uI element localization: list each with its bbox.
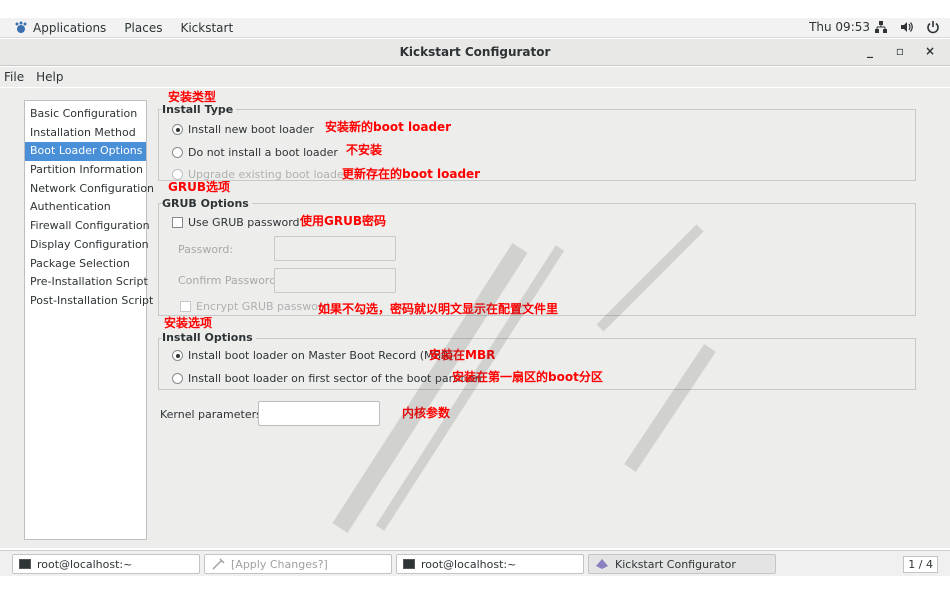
task-label: root@localhost:~ xyxy=(37,557,133,571)
annotation-kernel: 内核参数 xyxy=(402,406,451,420)
sidebar-item-display-configuration[interactable]: Display Configuration xyxy=(25,236,149,255)
menubar: File Help xyxy=(0,67,950,87)
window-title: Kickstart Configurator xyxy=(399,45,551,59)
menu-help[interactable]: Help xyxy=(36,70,63,84)
task-terminal-1[interactable]: root@localhost:~ xyxy=(12,554,200,574)
bottom-strip xyxy=(0,577,950,590)
sidebar-item-post-installation-script[interactable]: Post-Installation Script xyxy=(25,292,153,311)
annotation-mbr: 安装在MBR xyxy=(429,348,496,362)
window-titlebar[interactable]: Kickstart Configurator _ ▫ × xyxy=(0,39,950,66)
kernel-parameters-input[interactable] xyxy=(258,401,380,426)
radio-indicator xyxy=(172,373,183,384)
gnome-foot-icon xyxy=(14,21,28,35)
sidebar-item-basic-configuration[interactable]: Basic Configuration xyxy=(25,105,146,124)
confirm-password-label: Confirm Password: xyxy=(178,274,280,287)
close-icon[interactable]: × xyxy=(924,43,936,59)
task-kickstart-configurator[interactable]: Kickstart Configurator xyxy=(588,554,776,574)
radio-indicator xyxy=(172,124,183,135)
radio-indicator xyxy=(172,350,183,361)
volume-icon[interactable] xyxy=(900,20,914,34)
applications-label: Applications xyxy=(33,20,107,35)
password-label: Password: xyxy=(178,243,234,256)
top-panel: Applications Places Kickstart Thu 09:53 xyxy=(0,18,950,38)
task-apply-changes[interactable]: [Apply Changes?] xyxy=(204,554,392,574)
no-install-radio[interactable]: Do not install a boot loader xyxy=(172,146,338,159)
kickstart-icon xyxy=(595,558,609,570)
checkbox-indicator xyxy=(172,217,183,228)
clock[interactable]: Thu 09:53 xyxy=(809,20,870,34)
install-new-loader-radio[interactable]: Install new boot loader xyxy=(172,123,314,136)
task-terminal-2[interactable]: root@localhost:~ xyxy=(396,554,584,574)
radio-label: Install boot loader on Master Boot Recor… xyxy=(188,349,453,362)
sidebar-item-network-configuration[interactable]: Network Configuration xyxy=(25,180,154,199)
workspace-pager[interactable]: 1 / 4 xyxy=(903,556,938,573)
annotation-grub-options: GRUB选项 xyxy=(168,180,230,194)
sidebar-item-partition-information[interactable]: Partition Information xyxy=(25,161,146,180)
annotation-grub-password: 使用GRUB密码 xyxy=(300,214,386,228)
radio-label: Install boot loader on first sector of t… xyxy=(188,372,482,385)
power-icon[interactable] xyxy=(926,20,940,34)
annotation-install-options: 安装选项 xyxy=(164,316,213,330)
menu-file[interactable]: File xyxy=(4,70,24,84)
install-options-label: Install Options xyxy=(162,331,256,344)
sidebar: Basic Configuration Installation Method … xyxy=(24,100,154,540)
checkbox-label: Encrypt GRUB password xyxy=(196,300,330,313)
confirm-password-field[interactable] xyxy=(274,268,396,293)
radio-label: Install new boot loader xyxy=(188,123,314,136)
first-sector-radio[interactable]: Install boot loader on first sector of t… xyxy=(172,372,482,385)
use-grub-password-checkbox[interactable]: Use GRUB password xyxy=(172,216,300,229)
sidebar-item-package-selection[interactable]: Package Selection xyxy=(25,255,146,274)
task-label: Kickstart Configurator xyxy=(615,557,736,571)
tools-icon xyxy=(211,558,225,570)
encrypt-grub-password-checkbox: Encrypt GRUB password xyxy=(180,300,329,313)
maximize-icon[interactable]: ▫ xyxy=(894,43,906,59)
annotation-install-type: 安装类型 xyxy=(168,90,217,104)
checkbox-indicator xyxy=(180,301,191,312)
taskbar: root@localhost:~ [Apply Changes?] root@l… xyxy=(0,550,950,576)
annotation-no-install: 不安装 xyxy=(346,143,383,157)
window-controls: _ ▫ × xyxy=(864,43,936,59)
annotation-upgrade: 更新存在的boot loader xyxy=(342,167,481,181)
applications-menu[interactable]: Applications xyxy=(14,21,106,35)
mbr-radio[interactable]: Install boot loader on Master Boot Recor… xyxy=(172,349,453,362)
sidebar-item-boot-loader-options[interactable]: Boot Loader Options xyxy=(25,142,146,162)
annotation-new-loader: 安装新的boot loader xyxy=(325,120,452,134)
top-strip xyxy=(0,0,950,18)
radio-indicator xyxy=(172,147,183,158)
app-menu[interactable]: Kickstart xyxy=(180,21,233,35)
places-menu[interactable]: Places xyxy=(124,21,162,35)
terminal-icon xyxy=(19,559,31,569)
system-tray[interactable] xyxy=(874,20,940,34)
terminal-icon xyxy=(403,559,415,569)
annotation-first-sector: 安装在第一扇区的boot分区 xyxy=(452,370,603,384)
main-content: Basic Configuration Installation Method … xyxy=(0,88,950,548)
network-icon[interactable] xyxy=(874,20,888,34)
password-field[interactable] xyxy=(274,236,396,261)
kernel-parameters-label: Kernel parameters: xyxy=(160,408,266,421)
sidebar-item-firewall-configuration[interactable]: Firewall Configuration xyxy=(25,217,150,236)
sidebar-item-installation-method[interactable]: Installation Method xyxy=(25,124,146,143)
sidebar-item-authentication[interactable]: Authentication xyxy=(25,198,146,217)
grub-options-label: GRUB Options xyxy=(162,197,252,210)
minimize-icon[interactable]: _ xyxy=(864,43,876,59)
radio-label: Do not install a boot loader xyxy=(188,146,338,159)
checkbox-label: Use GRUB password xyxy=(188,216,300,229)
task-label: [Apply Changes?] xyxy=(231,557,328,571)
annotation-encrypt-note: 如果不勾选，密码就以明文显示在配置文件里 xyxy=(318,302,559,316)
sidebar-item-pre-installation-script[interactable]: Pre-Installation Script xyxy=(25,273,148,292)
task-label: root@localhost:~ xyxy=(421,557,517,571)
